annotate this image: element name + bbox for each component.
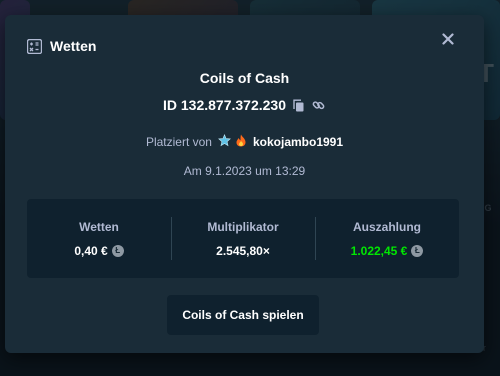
placed-by-label: Platziert von — [145, 135, 212, 149]
stat-multiplier-label: Multiplikator — [207, 219, 279, 234]
play-game-button[interactable]: Coils of Cash spielen — [167, 295, 319, 335]
placed-by-row: Platziert von kokojambo1991 — [5, 134, 484, 150]
bets-icon — [26, 38, 43, 54]
copy-button[interactable] — [291, 98, 306, 113]
bet-id-row: ID 132.877.372.230 — [5, 97, 484, 113]
close-button[interactable] — [438, 29, 458, 49]
stat-multiplier-value: 2.545,80× — [216, 243, 270, 258]
stat-bet-value-row: 0,40 € Ł — [74, 243, 124, 258]
fire-icon — [235, 134, 247, 150]
stat-bet-label: Wetten — [79, 219, 119, 234]
stat-payout-value-row: 1.022,45 € Ł — [351, 244, 424, 258]
stat-payout-value: 1.022,45 € — [350, 243, 408, 258]
star-badge-icon — [218, 134, 231, 150]
bet-details-modal: Wetten Coils of Cash ID 132.877.372.230 … — [5, 15, 484, 353]
coin-icon: Ł — [111, 244, 124, 257]
game-name: Coils of Cash — [199, 70, 290, 86]
stat-multiplier-value-row: 2.545,80× — [216, 244, 270, 258]
modal-header: Wetten — [26, 35, 97, 57]
stat-bet-value: 0,40 € — [74, 243, 108, 258]
coin-icon: Ł — [411, 244, 424, 257]
bet-id: ID 132.877.372.230 — [163, 97, 286, 113]
stat-bet: Wetten 0,40 € Ł — [27, 199, 171, 278]
stat-payout-label: Auszahlung — [353, 219, 421, 234]
modal-title: Wetten — [50, 38, 97, 54]
close-icon — [442, 33, 454, 45]
bet-stats-panel: Wetten 0,40 € Ł Multiplikator 2.545,80× … — [27, 199, 459, 278]
copy-icon — [293, 99, 304, 111]
stat-payout: Auszahlung 1.022,45 € Ł — [315, 199, 459, 278]
bet-date: Am 9.1.2023 um 13:29 — [183, 164, 306, 178]
share-link-button[interactable] — [311, 98, 326, 113]
link-icon — [312, 100, 325, 109]
username-link[interactable]: kokojambo1991 — [253, 135, 343, 149]
stat-multiplier: Multiplikator 2.545,80× — [171, 199, 315, 278]
